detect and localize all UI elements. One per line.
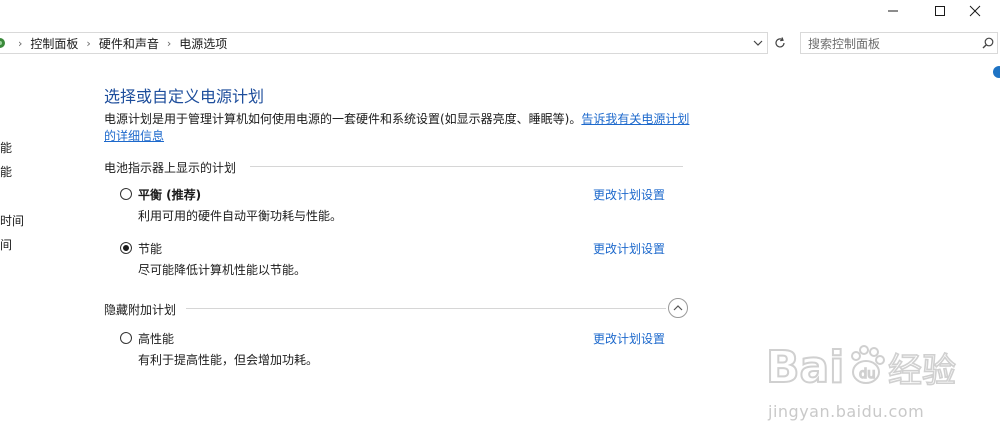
group-divider [250, 166, 683, 167]
plan-balanced-description: 利用可用的硬件自动平衡功耗与性能。 [138, 209, 343, 223]
refresh-icon [775, 37, 785, 48]
plan-saver-change-link[interactable]: 更改计划设置 [593, 240, 665, 257]
radio-selected-dot [123, 245, 129, 251]
breadcrumb-control-panel[interactable]: 控制面板 [30, 35, 78, 52]
plan-saver-description: 尽可能降低计算机性能以节能。 [138, 263, 307, 277]
svg-text:du: du [859, 367, 876, 382]
group-divider [186, 308, 666, 309]
chevron-right-icon: › [86, 36, 91, 50]
watermark-brand: 经验 [888, 351, 956, 391]
minimize-button[interactable] [870, 0, 916, 22]
baidu-watermark-logo: Bai du 经验 [760, 330, 990, 400]
watermark-url: jingyan.baidu.com [768, 402, 925, 421]
control-panel-icon [0, 35, 8, 54]
plan-saver-name[interactable]: 节能 [138, 240, 162, 257]
sidebar-item-3[interactable]: 的时间 [0, 212, 24, 229]
close-icon [969, 5, 981, 17]
description-text: 电源计划是用于管理计算机如何使用电源的一套硬件和系统设置(如显示器亮度、睡眠等)… [104, 112, 582, 126]
breadcrumb: › 控制面板 › 硬件和声音 › 电源选项 [10, 32, 227, 54]
svg-text:Bai: Bai [766, 342, 844, 393]
page-description: 电源计划是用于管理计算机如何使用电源的一套硬件和系统设置(如显示器亮度、睡眠等)… [104, 111, 694, 145]
page-title: 选择或自定义电源计划 [104, 87, 265, 106]
chevron-up-icon [673, 305, 683, 311]
sidebar-item-1[interactable]: 功能 [0, 139, 12, 156]
chevron-right-icon: › [18, 36, 23, 50]
sidebar-item-4[interactable]: 时间 [0, 236, 12, 253]
plan-balanced-radio[interactable] [120, 188, 132, 200]
help-icon[interactable] [993, 66, 1000, 78]
battery-group-label: 电池指示器上显示的计划 [104, 161, 237, 175]
sidebar-item-2[interactable]: 功能 [0, 163, 12, 180]
breadcrumb-hardware-sound[interactable]: 硬件和声音 [99, 35, 159, 52]
plan-performance-radio[interactable] [120, 332, 132, 344]
breadcrumb-power-options[interactable]: 电源选项 [179, 35, 227, 52]
close-button[interactable] [952, 0, 998, 22]
search-input[interactable]: 搜索控制面板 [808, 35, 880, 52]
minimize-icon [888, 10, 898, 12]
collapse-button[interactable] [668, 298, 688, 318]
plan-saver-radio[interactable] [120, 242, 132, 254]
refresh-button[interactable] [773, 36, 787, 53]
maximize-icon [935, 6, 945, 16]
plan-balanced-name[interactable]: 平衡 (推荐) [138, 186, 201, 203]
plan-performance-name[interactable]: 高性能 [138, 330, 174, 347]
hidden-group-label: 隐藏附加计划 [104, 303, 177, 317]
search-icon[interactable] [982, 37, 994, 52]
chevron-right-icon: › [166, 36, 172, 50]
history-dropdown-button[interactable] [752, 36, 764, 53]
plan-performance-change-link[interactable]: 更改计划设置 [593, 330, 665, 347]
chevron-down-icon [753, 40, 763, 46]
plan-performance-description: 有利于提高性能，但会增加功耗。 [138, 353, 319, 367]
plan-balanced-change-link[interactable]: 更改计划设置 [593, 186, 665, 203]
